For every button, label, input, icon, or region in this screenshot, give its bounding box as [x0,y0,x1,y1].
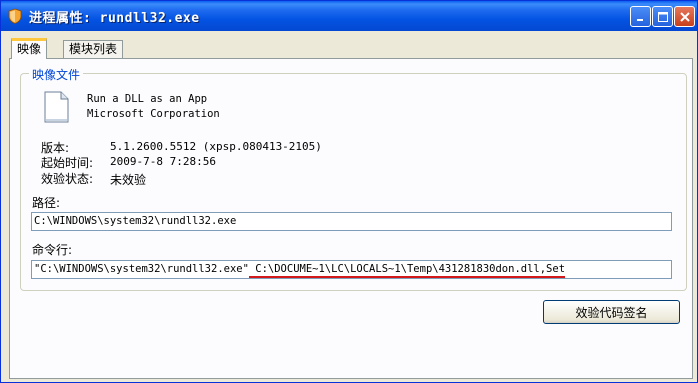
command-line-label: 命令行: [32,243,73,257]
command-line-field[interactable]: "C:\WINDOWS\system32\rundll32.exe" C:\DO… [31,260,672,279]
path-value: C:\WINDOWS\system32\rundll32.exe [34,215,237,227]
file-company: Microsoft Corporation [87,108,220,120]
tab-image[interactable]: 映像 [11,38,48,59]
process-properties-window: 进程属性: rundll32.exe 映像 模块列表 映像文件 Run a DL… [0,0,698,383]
minimize-button[interactable] [630,6,651,27]
verify-status-value: 未效验 [110,173,147,187]
start-time-value: 2009-7-8 7:28:56 [110,155,216,168]
close-button[interactable] [674,6,695,27]
minimize-icon [636,18,643,21]
file-description: Run a DLL as an App [87,93,208,105]
title-bar[interactable]: 进程属性: rundll32.exe [1,1,697,31]
tab-module-list[interactable]: 模块列表 [63,40,124,58]
command-line-exe: "C:\WINDOWS\system32\rundll32.exe" [34,263,249,275]
command-line-args-highlighted: C:\DOCUME~1\LC\LOCALS~1\Temp\431281830do… [248,263,566,278]
path-field[interactable]: C:\WINDOWS\system32\rundll32.exe [31,212,672,231]
window-title: 进程属性: rundll32.exe [29,11,200,26]
verify-status-label: 效验状态: [41,172,94,186]
shield-icon [8,8,22,24]
document-icon [44,91,69,123]
groupbox-title: 映像文件 [29,66,84,83]
version-value: 5.1.2600.5512 (xpsp.080413-2105) [110,140,322,153]
start-time-label: 起始时间: [41,156,94,170]
maximize-button[interactable] [652,6,673,27]
path-label: 路径: [32,196,61,210]
close-icon [679,11,690,22]
maximize-icon [657,11,668,22]
verify-signature-button[interactable]: 效验代码签名 [543,300,680,324]
